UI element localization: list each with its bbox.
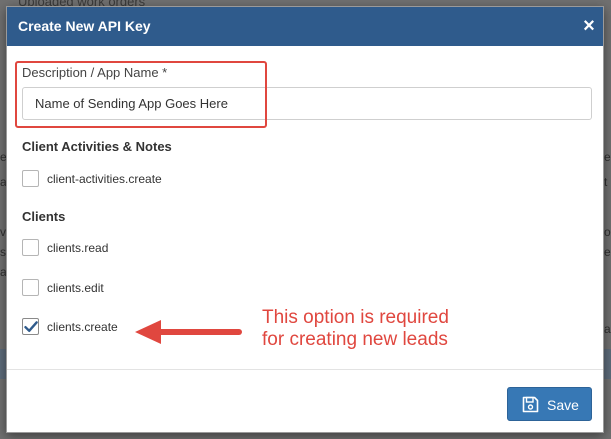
checkbox-clients-read[interactable] [22, 239, 39, 256]
checkmark-icon [24, 321, 38, 332]
description-label: Description / App Name * [22, 65, 168, 80]
create-api-key-dialog: Create New API Key × Description / App N… [6, 6, 604, 433]
permission-label: client-activities.create [47, 172, 162, 186]
annotation-text: This option is required for creating new… [262, 307, 449, 351]
background-text: a [604, 322, 611, 336]
annotation-arrow-icon [135, 320, 242, 344]
annotation-line: for creating new leads [262, 329, 448, 350]
footer-divider [7, 369, 603, 370]
close-icon: × [583, 15, 595, 37]
background-text: o [604, 225, 611, 239]
permission-label: clients.edit [47, 281, 104, 295]
dialog-header: Create New API Key × [7, 7, 603, 46]
dialog-title: Create New API Key [18, 18, 151, 34]
annotation-line: This option is required [262, 307, 449, 328]
section-heading-client-activities: Client Activities & Notes [22, 139, 172, 154]
checkbox-clients-create[interactable] [22, 318, 39, 335]
save-button[interactable]: Save [507, 387, 592, 421]
save-button-label: Save [547, 397, 579, 413]
background-text: t [604, 175, 608, 189]
close-button[interactable]: × [579, 14, 599, 38]
checkbox-clients-edit[interactable] [22, 279, 39, 296]
floppy-disk-icon [522, 396, 539, 413]
section-heading-clients: Clients [22, 209, 66, 224]
permission-label: clients.read [47, 241, 109, 255]
background-text: e [604, 150, 611, 164]
background-text: e [604, 245, 611, 259]
permission-label: clients.create [47, 320, 118, 334]
checkbox-client-activities-create[interactable] [22, 170, 39, 187]
description-input[interactable] [22, 87, 592, 120]
